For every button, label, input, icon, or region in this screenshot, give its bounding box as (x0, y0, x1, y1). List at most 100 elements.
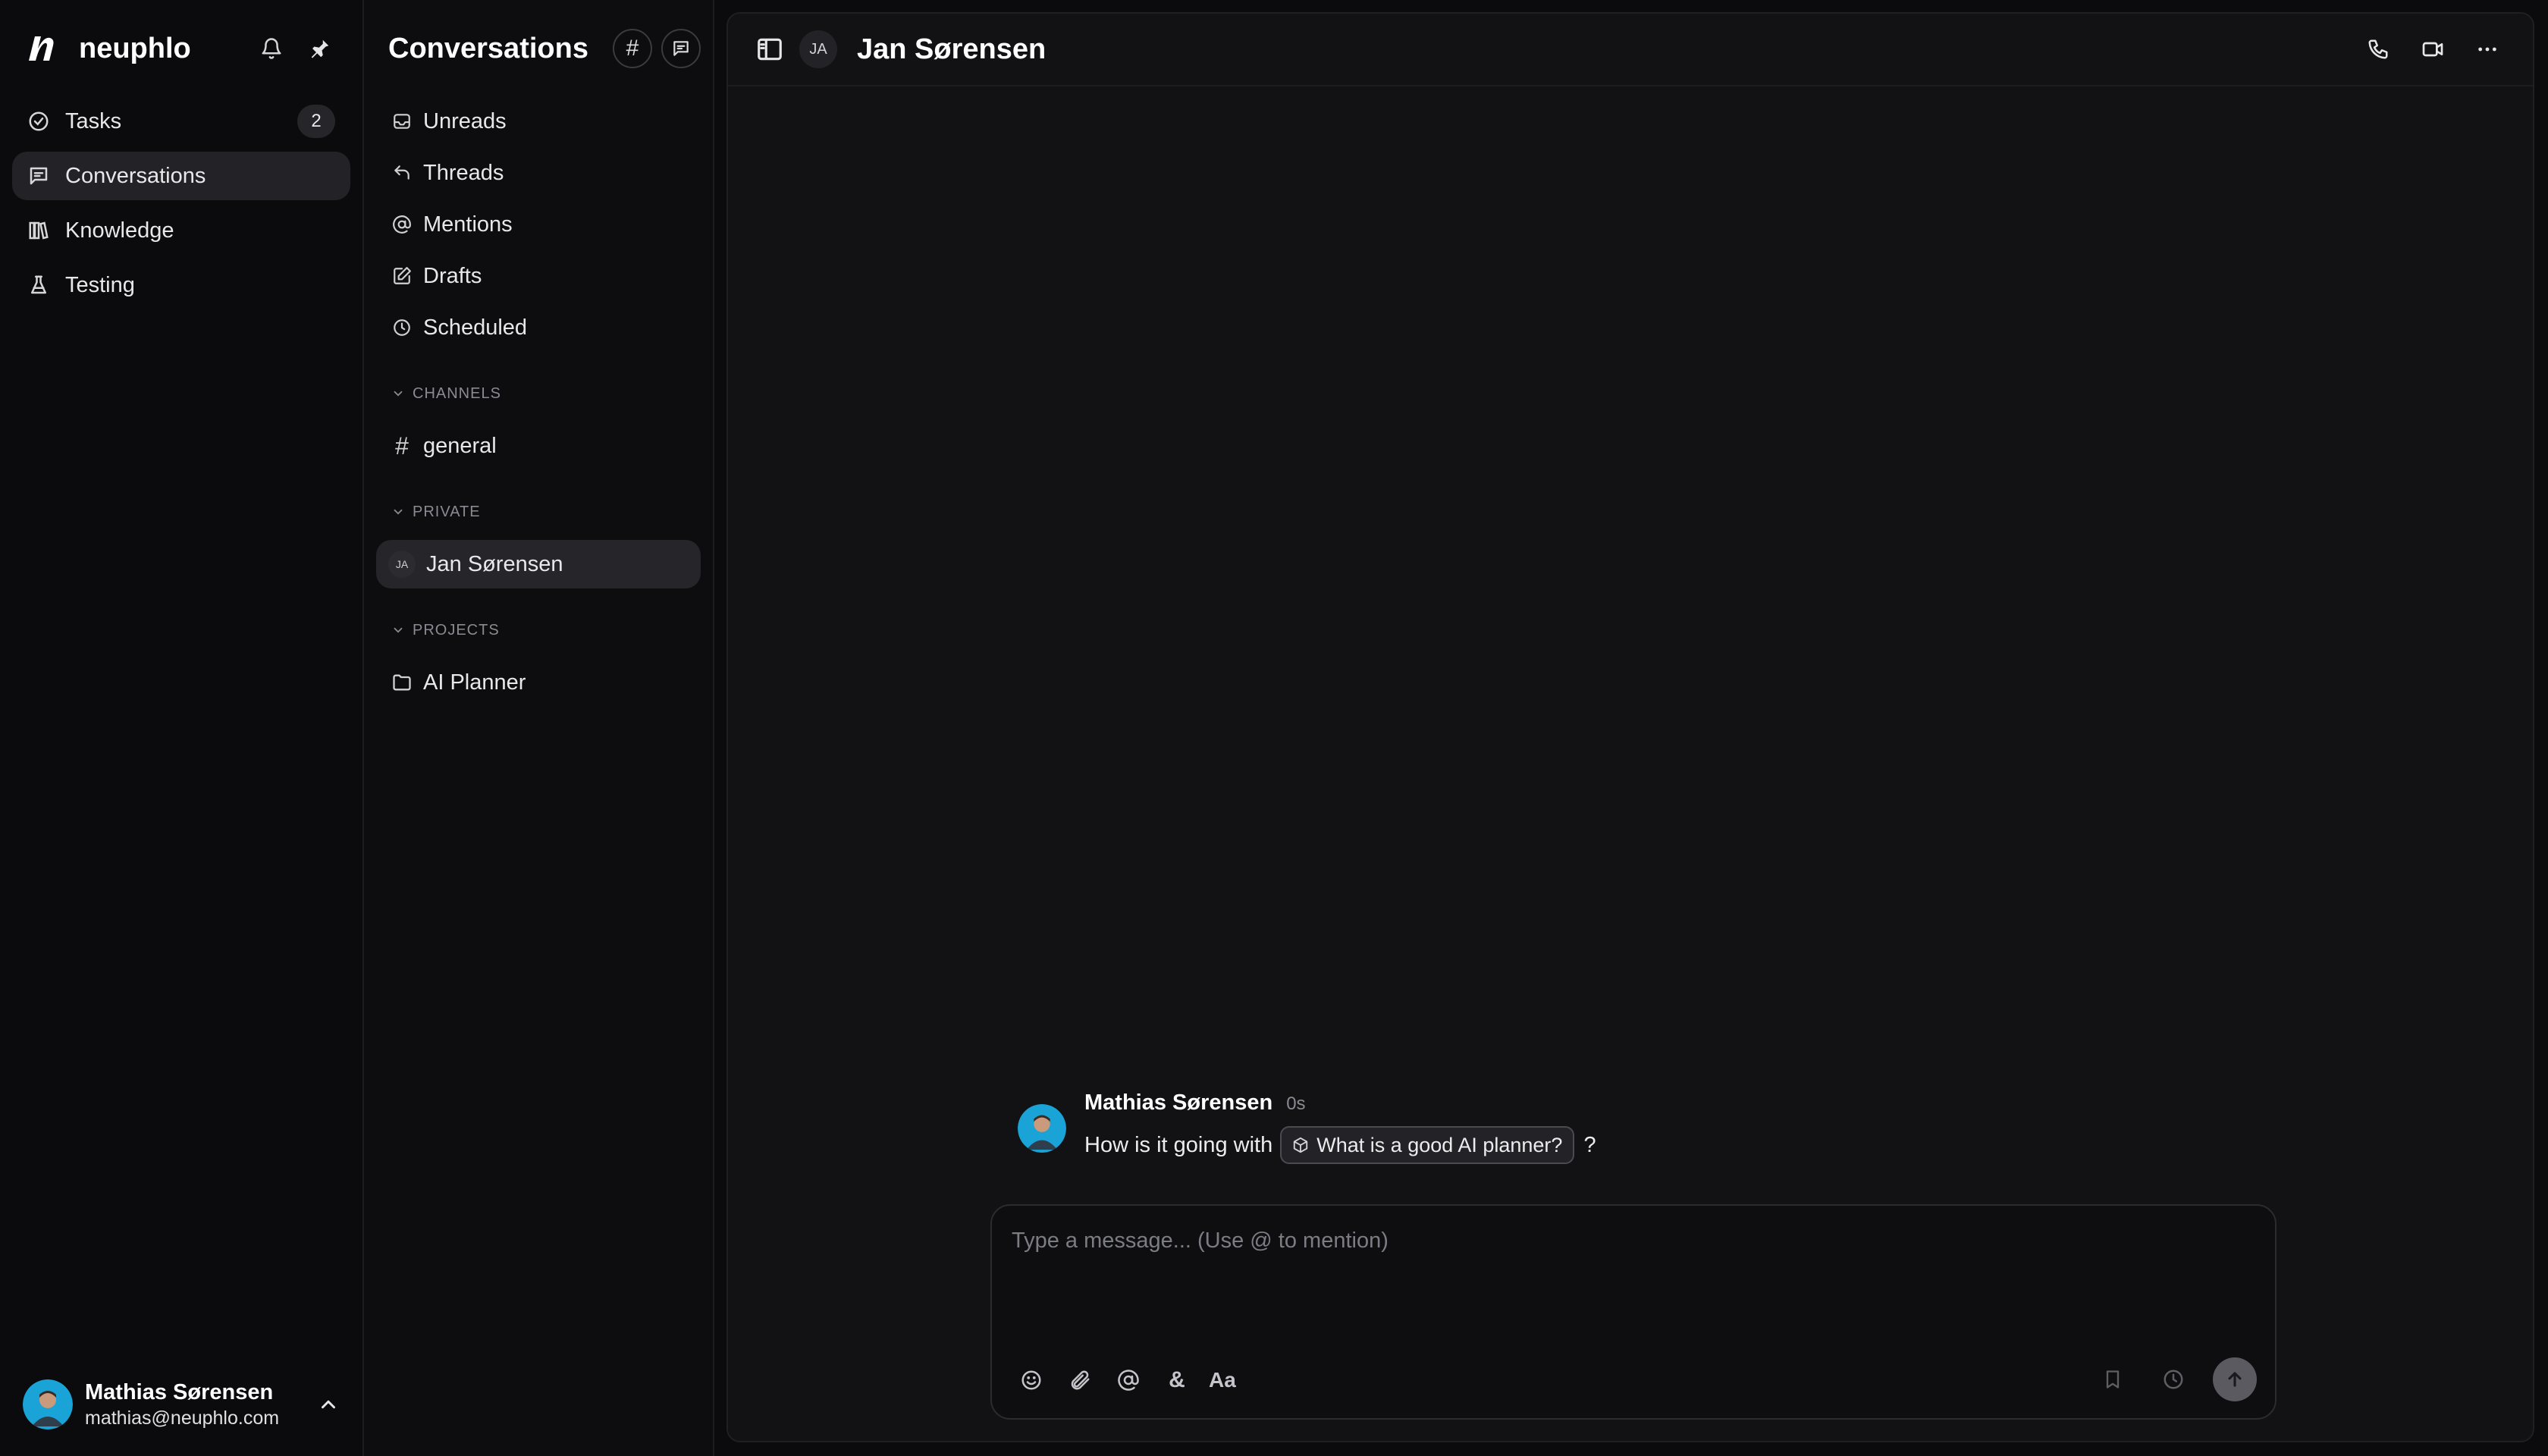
toggle-sidebar-icon[interactable] (755, 35, 784, 64)
sidebar-item-label: Mentions (423, 212, 513, 237)
section-label: PRIVATE (413, 503, 481, 520)
chevron-up-icon[interactable] (317, 1393, 340, 1416)
project-label: AI Planner (423, 670, 526, 695)
chevron-down-icon (394, 627, 403, 633)
message-header: Mathias Sørensen 0s (1084, 1090, 1596, 1116)
library-icon (29, 221, 49, 240)
dm-label: Jan Sørensen (426, 551, 563, 576)
more-options-button[interactable] (2469, 31, 2506, 67)
sidebar-item-label: Drafts (423, 263, 482, 288)
project-ai-planner[interactable]: AI Planner (376, 658, 701, 707)
ampersand-button[interactable]: & (1160, 1363, 1194, 1397)
paperclip-icon (1071, 1370, 1090, 1390)
message-input[interactable] (992, 1206, 2275, 1342)
mention-chip-label: What is a good AI planner? (1316, 1133, 1563, 1156)
message-content: Mathias Sørensen 0s How is it going with… (1084, 1090, 1596, 1164)
inbox-list: Unreads Threads Mentions Drafts Schedule… (376, 97, 701, 352)
nav-item-label: Tasks (65, 108, 122, 133)
section-label: CHANNELS (413, 384, 501, 402)
bookmark-button[interactable] (2096, 1363, 2129, 1396)
format-text-label: Aa (1209, 1368, 1236, 1392)
sidebar-item-label: Threads (423, 160, 504, 185)
user-avatar (23, 1379, 73, 1429)
nav-item-conversations[interactable]: Conversations (12, 152, 350, 200)
hash-icon: # (395, 431, 409, 460)
message-icon (673, 41, 689, 56)
main-wrapper: JA Jan Sørensen Mathias Sørensen 0s How … (714, 0, 2548, 1456)
channel-general[interactable]: # general (376, 422, 701, 470)
brand-name: neuphlo (79, 32, 191, 64)
message-text: ? (1583, 1132, 1596, 1157)
nav-item-label: Testing (65, 272, 135, 297)
call-button[interactable] (2360, 31, 2396, 67)
edit-icon (391, 265, 413, 287)
bell-icon[interactable] (253, 30, 290, 67)
chat-title: Jan Sørensen (857, 33, 1046, 65)
schedule-button[interactable] (2157, 1363, 2190, 1396)
section-private-toggle[interactable]: PRIVATE (376, 493, 701, 531)
message-author[interactable]: Mathias Sørensen (1084, 1090, 1272, 1116)
nav-item-testing[interactable]: Testing (12, 261, 350, 309)
format-text-button[interactable]: Aa (1209, 1363, 1236, 1397)
mention-chip[interactable]: What is a good AI planner? (1280, 1126, 1575, 1164)
dm-jan-sorensen[interactable]: JA Jan Sørensen (376, 540, 701, 588)
tasks-count-badge: 2 (297, 105, 335, 138)
message-body: How is it going with What is a good AI p… (1084, 1126, 1596, 1164)
video-call-button[interactable] (2415, 31, 2451, 67)
section-projects-toggle[interactable]: PROJECTS (376, 611, 701, 649)
section-label: PROJECTS (413, 621, 500, 639)
reply-icon (391, 162, 413, 184)
nav-item-knowledge[interactable]: Knowledge (12, 206, 350, 255)
sidebar-item-mentions[interactable]: Mentions (376, 200, 701, 249)
user-email: mathias@neuphlo.com (85, 1407, 280, 1429)
conversations-title: Conversations (388, 32, 588, 64)
flask-icon (31, 275, 46, 294)
at-sign-icon (1118, 1370, 1139, 1391)
message-timestamp: 0s (1286, 1094, 1306, 1114)
sidebar-item-unreads[interactable]: Unreads (376, 97, 701, 146)
conversations-header: Conversations # (376, 0, 701, 97)
ampersand-icon: & (1169, 1367, 1185, 1392)
folder-icon (391, 672, 413, 693)
phone-icon (2368, 39, 2388, 59)
chat-header: JA Jan Sørensen (728, 14, 2533, 86)
emoji-button[interactable] (1015, 1363, 1048, 1397)
bookmark-icon (2106, 1370, 2120, 1389)
mention-button[interactable] (1112, 1363, 1145, 1397)
new-channel-button[interactable]: # (613, 29, 652, 68)
attach-button[interactable] (1063, 1363, 1097, 1397)
arrow-up-icon (2228, 1372, 2242, 1387)
sidebar-item-threads[interactable]: Threads (376, 149, 701, 197)
at-sign-icon (391, 214, 413, 235)
sidebar-item-scheduled[interactable]: Scheduled (376, 303, 701, 352)
smile-icon (1021, 1370, 1041, 1390)
neuphlo-logo-icon[interactable] (24, 32, 58, 65)
composer-actions (2069, 1357, 2257, 1401)
chat-avatar: JA (799, 30, 837, 68)
more-horizontal-icon (2478, 47, 2496, 52)
composer-toolbar: & Aa (1015, 1363, 1251, 1397)
message-composer: & Aa (990, 1204, 2277, 1420)
chat-panel: JA Jan Sørensen Mathias Sørensen 0s How … (726, 12, 2534, 1442)
user-menu[interactable]: Mathias Sørensen mathias@neuphlo.com (23, 1368, 340, 1441)
inbox-icon (391, 111, 413, 132)
message-square-icon (30, 167, 48, 185)
pin-icon[interactable] (302, 30, 338, 67)
clock-icon (391, 317, 413, 338)
sidebar-item-label: Unreads (423, 108, 507, 133)
check-circle-icon (29, 111, 49, 131)
user-name: Mathias Sørensen (85, 1380, 274, 1404)
user-info: Mathias Sørensen mathias@neuphlo.com (85, 1379, 317, 1430)
nav-header: neuphlo (0, 0, 362, 97)
message-author-avatar[interactable] (1018, 1104, 1066, 1153)
channel-label: general (423, 433, 497, 458)
section-channels-toggle[interactable]: CHANNELS (376, 375, 701, 413)
new-message-button[interactable] (661, 29, 701, 68)
message-text: How is it going with (1084, 1132, 1273, 1157)
chevron-down-icon (394, 509, 403, 515)
send-button[interactable] (2213, 1357, 2257, 1401)
video-icon (2422, 42, 2443, 57)
nav-item-tasks[interactable]: Tasks 2 (12, 97, 350, 146)
conversations-sidebar: Conversations # Unreads Threads Mentions (364, 0, 714, 1456)
sidebar-item-drafts[interactable]: Drafts (376, 252, 701, 300)
